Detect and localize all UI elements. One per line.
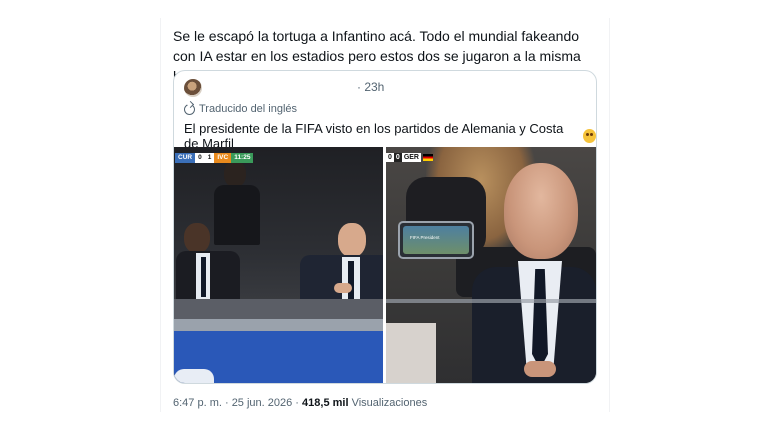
photo-right[interactable]: FIFA President 0 0 GER [386,147,596,383]
scorebug-score-b: 0 [393,152,402,162]
flushed-face-emoji-icon [583,129,596,143]
scorebug-score-a: 0 [386,152,394,162]
quoted-tweet[interactable]: · 23h Traducido del inglés El presidente… [173,70,597,384]
views-label: Visualizaciones [351,397,428,409]
quoted-tweet-header: · 23h [184,79,584,99]
phone-screen-text: FIFA President [410,235,440,240]
quoted-tweet-time[interactable]: · 23h [357,80,384,94]
avatar[interactable] [184,79,202,97]
scorebug-clock: 11:25 [231,153,254,163]
scorebug-left: CUR 0 1 IVC 11:25 [175,153,254,163]
photo-left[interactable]: CUR 0 1 IVC 11:25 [174,147,383,383]
media-grid: CUR 0 1 IVC 11:25 FIFA President 0 0 GER [174,147,596,383]
scorebug-away-score: 1 [204,153,215,163]
tweet-timestamp[interactable]: 6:47 p. m. · 25 jun. 2026 · [173,397,299,409]
scorebug-team: GER [401,152,421,162]
translated-label: Traducido del inglés [199,103,298,115]
germany-flag-icon [422,153,433,161]
translate-icon [184,103,195,115]
scorebug-away-team: IVC [214,153,232,163]
translation-notice[interactable]: Traducido del inglés [184,103,297,115]
scorebug-home-score: 0 [195,153,205,163]
tweet-meta: 6:47 p. m. · 25 jun. 2026 · 418,5 mil Vi… [173,397,427,409]
tweet-card[interactable]: Se le escapó la tortuga a Infantino acá.… [160,18,610,412]
views-count: 418,5 mil [302,397,349,409]
person-infantino-right [504,163,578,259]
scorebug-right: 0 0 GER [386,151,433,163]
scorebug-home-team: CUR [175,153,196,163]
phone: FIFA President [398,221,474,259]
